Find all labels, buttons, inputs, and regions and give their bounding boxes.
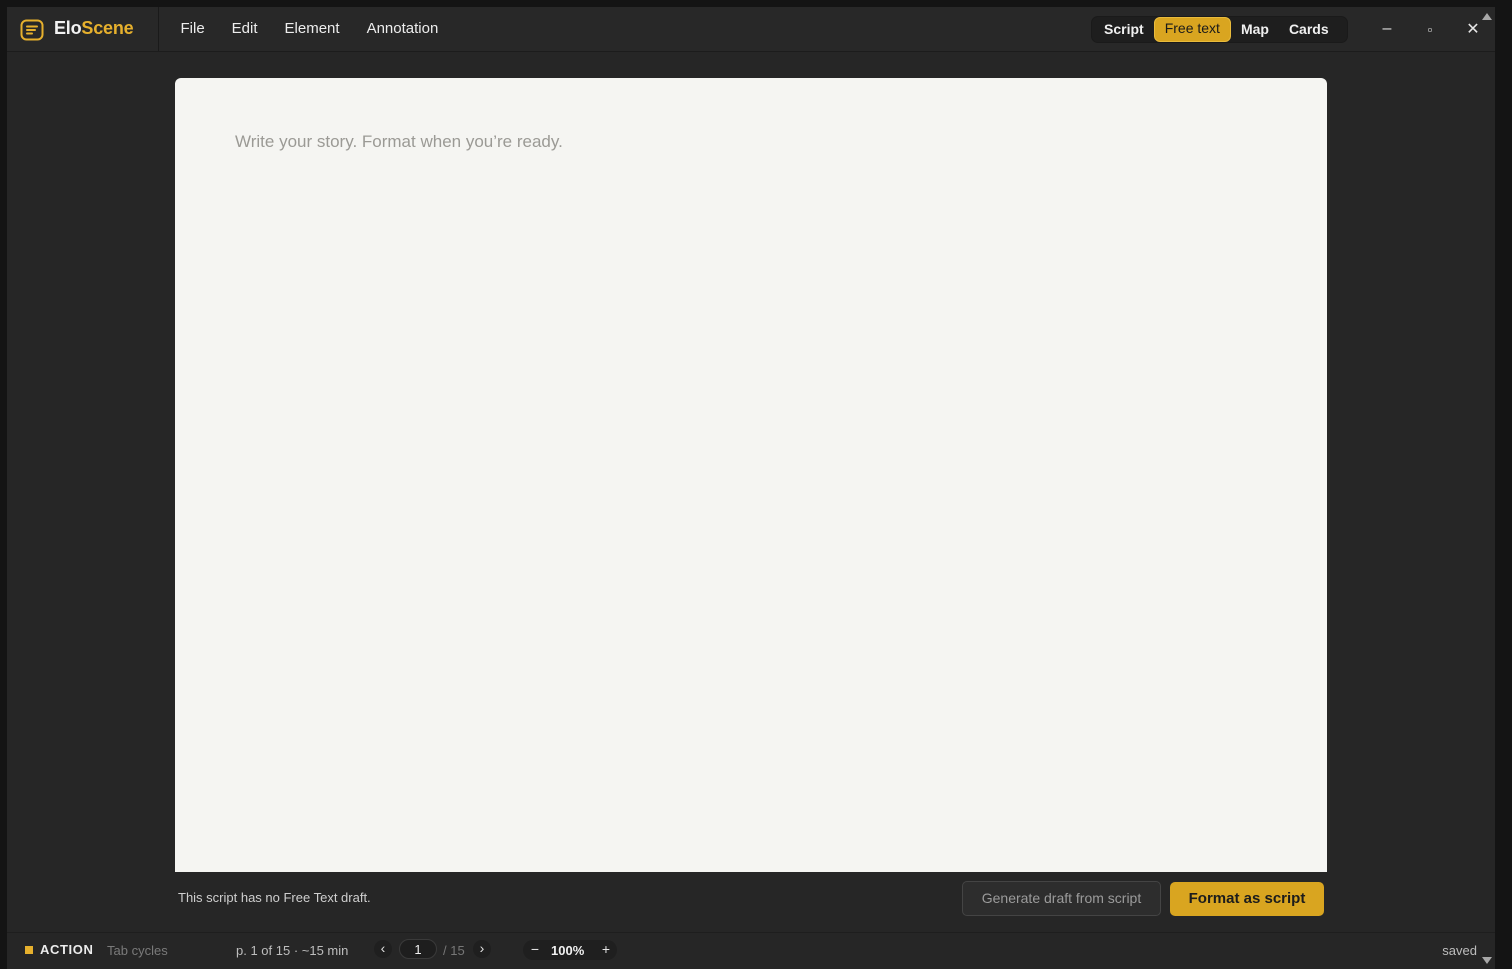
zoom-out-button[interactable]: − [525,940,545,960]
menu-file[interactable]: File [167,7,218,51]
element-type-hint: Tab cycles [107,943,168,958]
brand-name-part2: Scene [81,18,134,38]
app-brand: EloScene [54,18,134,39]
menu-edit[interactable]: Edit [218,7,271,51]
save-status: saved [1442,943,1477,958]
maximize-button[interactable]: ▫ [1410,7,1450,51]
chevron-right-icon: › [479,940,485,956]
page-info: p. 1 of 15 · ~15 min [236,943,349,958]
view-tab-free-text[interactable]: Free text [1153,17,1231,42]
element-type-indicator [25,946,33,954]
element-type-label[interactable]: ACTION [40,942,93,957]
page-number-input[interactable] [399,939,437,959]
plus-icon: + [601,941,611,957]
minimize-button[interactable]: – [1367,7,1407,51]
close-icon: ✕ [1466,21,1480,38]
minus-icon: − [530,941,540,957]
app-window: EloScene File Edit Element Annotation Sc… [7,7,1495,969]
generate-draft-button[interactable]: Generate draft from script [962,881,1161,916]
view-switcher: Script Free text Map Cards [1091,16,1348,43]
script-logo-icon [20,19,44,41]
zoom-control: − 100% + [523,940,617,960]
view-tab-script[interactable]: Script [1094,18,1154,41]
story-editor[interactable] [233,130,1277,834]
menu-annotation[interactable]: Annotation [353,7,452,51]
status-bar: ACTION Tab cycles p. 1 of 15 · ~15 min ‹… [7,932,1495,969]
prev-page-button[interactable]: ‹ [374,940,392,958]
zoom-level: 100% [551,943,585,958]
title-divider [158,7,159,51]
zoom-in-button[interactable]: + [596,940,616,960]
menu-bar: File Edit Element Annotation [167,7,452,51]
brand-name-part1: Elo [54,18,82,38]
scroll-up-arrow-icon[interactable] [1482,13,1492,20]
draft-status-note: This script has no Free Text draft. [178,890,371,905]
free-text-page [175,78,1327,872]
view-tab-map[interactable]: Map [1231,18,1279,41]
menu-element[interactable]: Element [271,7,353,51]
maximize-icon: ▫ [1427,21,1433,37]
view-tab-cards[interactable]: Cards [1279,18,1339,41]
format-as-script-button[interactable]: Format as script [1170,882,1324,916]
total-pages: / 15 [443,943,465,958]
chevron-left-icon: ‹ [380,940,386,956]
next-page-button[interactable]: › [473,940,491,958]
minimize-icon: – [1382,20,1392,37]
scroll-down-arrow-icon[interactable] [1482,957,1492,964]
title-bar: EloScene File Edit Element Annotation Sc… [7,7,1495,52]
